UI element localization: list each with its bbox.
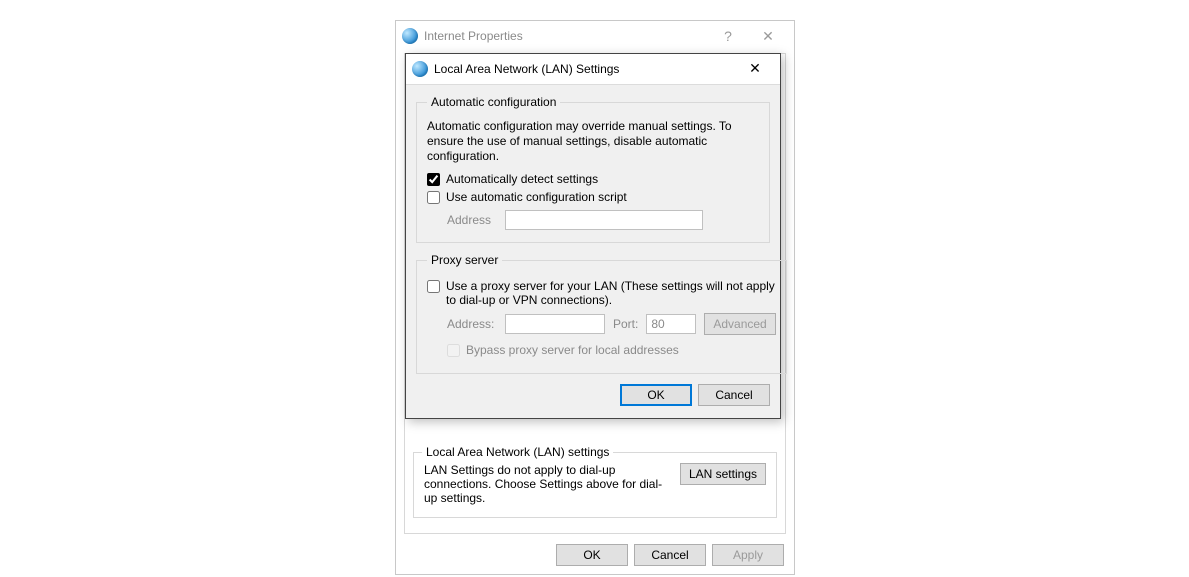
auto-script-checkbox[interactable] — [427, 191, 440, 204]
parent-ok-button[interactable]: OK — [556, 544, 628, 566]
help-button[interactable]: ? — [708, 28, 748, 44]
proxy-address-input[interactable] — [505, 314, 605, 334]
parent-apply-button[interactable]: Apply — [712, 544, 784, 566]
lan-group-text: LAN Settings do not apply to dial-up con… — [424, 463, 670, 505]
use-proxy-label: Use a proxy server for your LAN (These s… — [446, 279, 776, 307]
parent-buttons: OK Cancel Apply — [556, 544, 784, 566]
proxy-address-row: Address: Port: Advanced — [447, 313, 776, 335]
bypass-proxy-checkbox[interactable] — [447, 344, 460, 357]
dialog-body: Automatic configuration Automatic config… — [406, 84, 780, 418]
lan-settings-group: Local Area Network (LAN) settings LAN Se… — [413, 452, 777, 518]
auto-detect-checkbox[interactable] — [427, 173, 440, 186]
proxy-address-label: Address: — [447, 317, 497, 331]
auto-address-row: Address — [447, 210, 759, 230]
proxy-advanced-button[interactable]: Advanced — [704, 313, 775, 335]
parent-close-button[interactable]: ✕ — [748, 28, 788, 45]
parent-cancel-button[interactable]: Cancel — [634, 544, 706, 566]
dialog-titlebar: Local Area Network (LAN) Settings ✕ — [406, 54, 780, 84]
lan-settings-dialog: Local Area Network (LAN) Settings ✕ Auto… — [405, 53, 781, 419]
parent-titlebar: Internet Properties ? ✕ — [396, 21, 794, 51]
proxy-port-label: Port: — [613, 317, 638, 331]
globe-icon — [412, 61, 428, 77]
use-proxy-checkbox-row[interactable]: Use a proxy server for your LAN (These s… — [427, 279, 776, 307]
dialog-ok-button[interactable]: OK — [620, 384, 692, 406]
dialog-title: Local Area Network (LAN) Settings — [434, 62, 734, 76]
proxy-server-group: Proxy server Use a proxy server for your… — [416, 253, 787, 374]
bypass-proxy-label: Bypass proxy server for local addresses — [466, 343, 679, 357]
auto-address-input[interactable] — [505, 210, 703, 230]
auto-script-checkbox-row[interactable]: Use automatic configuration script — [427, 190, 759, 204]
auto-script-label: Use automatic configuration script — [446, 190, 627, 204]
proxy-port-input[interactable] — [646, 314, 696, 334]
globe-icon — [402, 28, 418, 44]
auto-address-label: Address — [447, 213, 497, 227]
dialog-cancel-button[interactable]: Cancel — [698, 384, 770, 406]
auto-description: Automatic configuration may override man… — [427, 119, 759, 164]
use-proxy-checkbox[interactable] — [427, 280, 440, 293]
parent-title: Internet Properties — [424, 29, 708, 43]
lan-group-label: Local Area Network (LAN) settings — [422, 445, 613, 459]
automatic-configuration-group: Automatic configuration Automatic config… — [416, 95, 770, 243]
auto-detect-label: Automatically detect settings — [446, 172, 598, 186]
dialog-buttons: OK Cancel — [416, 384, 770, 406]
lan-settings-button[interactable]: LAN settings — [680, 463, 766, 485]
proxy-legend: Proxy server — [427, 253, 502, 267]
auto-legend: Automatic configuration — [427, 95, 560, 109]
bypass-proxy-checkbox-row[interactable]: Bypass proxy server for local addresses — [447, 343, 776, 357]
dialog-close-button[interactable]: ✕ — [734, 55, 776, 83]
auto-detect-checkbox-row[interactable]: Automatically detect settings — [427, 172, 759, 186]
